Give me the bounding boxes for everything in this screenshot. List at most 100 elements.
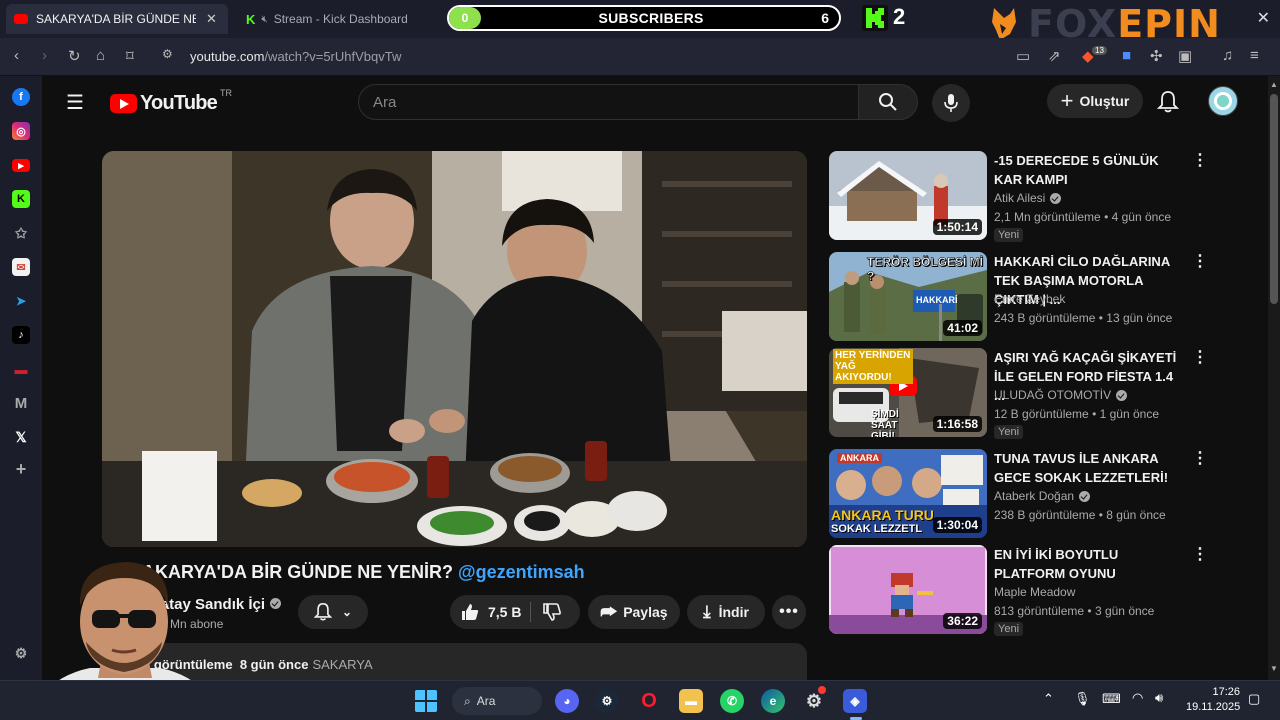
scroll-down-icon[interactable]: ▼ — [1270, 664, 1278, 673]
tray-wifi-icon[interactable]: ◠ — [1132, 690, 1143, 706]
taskbar-clock[interactable]: 17:26 19.11.2025 — [1186, 685, 1240, 715]
notification-center-icon[interactable]: ▢ — [1248, 691, 1260, 707]
recommended-channel[interactable]: Atik Ailesi — [994, 191, 1062, 205]
extensions-puzzle-icon[interactable]: ✣ — [1150, 47, 1163, 65]
game-icon[interactable]: ▬ — [12, 360, 30, 378]
video-thumbnail[interactable]: TERÖR BÖLGESİ Mİ ? HAKKARİ 41:02 — [829, 252, 987, 341]
notifications-bell-icon[interactable] — [1157, 90, 1179, 114]
more-vertical-icon[interactable]: ⋮ — [1192, 547, 1208, 563]
search-button[interactable] — [858, 84, 918, 120]
tray-volume-icon[interactable]: 🔊︎ — [1155, 690, 1163, 706]
tiktok-icon[interactable]: ♪ — [12, 326, 30, 344]
video-thumbnail[interactable]: 36:22 — [829, 545, 987, 634]
taskbar-search[interactable]: ⌕ Ara — [452, 687, 542, 715]
voice-search-button[interactable] — [932, 84, 970, 122]
medium-icon[interactable]: M — [12, 394, 30, 412]
back-icon[interactable]: ‹ — [14, 47, 19, 64]
forward-icon[interactable]: › — [42, 47, 47, 64]
edge-icon[interactable]: e — [761, 689, 785, 713]
url-field[interactable]: youtube.com/watch?v=5rUhfVbqvTw — [190, 49, 401, 64]
create-button[interactable]: + Oluştur — [1047, 84, 1143, 118]
recommended-title[interactable]: EN İYİ İKİ BOYUTLU PLATFORM OYUNU — [994, 545, 1186, 583]
sidebar-settings-icon[interactable]: ⚙ — [12, 644, 30, 662]
recommended-stats: 12 B görüntüleme • 1 gün önce — [994, 407, 1159, 421]
dislike-button[interactable] — [542, 602, 562, 625]
more-vertical-icon[interactable]: ⋮ — [1192, 350, 1208, 366]
bookmark-icon[interactable]: ⌑ — [126, 47, 134, 65]
menu-icon[interactable]: ≡ — [1250, 47, 1259, 64]
video-thumbnail[interactable]: HER YERİNDEN YAĞ AKIYORDU! ŞİMDİ SAAT Gİ… — [829, 348, 987, 437]
video-thumbnail[interactable]: ANKARA ANKARA TURU SOKAK LEZZETL 1:30:04 — [829, 449, 987, 538]
notification-dot-icon — [818, 686, 826, 694]
favorites-icon[interactable]: ✩ — [12, 224, 30, 242]
clock-time: 17:26 — [1212, 686, 1240, 698]
kick-icon[interactable]: K — [12, 190, 30, 208]
page-scrollbar[interactable]: ▲ ▼ — [1268, 76, 1280, 680]
hamburger-menu-icon[interactable]: ☰ — [66, 90, 84, 115]
like-button[interactable]: 7,5 B — [460, 602, 521, 622]
kick-viewer-count: 2 — [893, 4, 906, 29]
home-icon[interactable]: ⌂ — [96, 47, 105, 64]
account-avatar[interactable] — [1208, 86, 1238, 116]
video-thumbnail[interactable]: 1:50:14 — [829, 151, 987, 240]
recommended-title[interactable]: -15 DERECEDE 5 GÜNLÜK KAR KAMPI — [994, 151, 1186, 189]
recommended-channel[interactable]: ULUDAĞ OTOMOTİV — [994, 388, 1128, 402]
site-settings-icon[interactable]: ⚙ — [162, 47, 173, 61]
recommended-title[interactable]: TUNA TAVUS İLE ANKARA GECE SOKAK LEZZETL… — [994, 449, 1186, 487]
youtube-icon[interactable]: ▸ — [12, 159, 30, 172]
mail-icon[interactable]: ✉ — [12, 258, 30, 276]
windows-start-icon[interactable] — [414, 689, 438, 713]
scrollbar-thumb[interactable] — [1270, 94, 1278, 304]
recommended-channel[interactable]: Ataberk Doğan — [994, 489, 1091, 503]
whatsapp-icon[interactable]: ✆ — [720, 689, 744, 713]
cast-icon[interactable]: ▭ — [1016, 47, 1030, 65]
tab-kick-dashboard[interactable]: K 🔇︎ Stream - Kick Dashboard — [238, 4, 438, 34]
clock-date: 19.11.2025 — [1186, 701, 1241, 713]
recommended-video[interactable]: HER YERİNDEN YAĞ AKIYORDU! ŞİMDİ SAAT Gİ… — [829, 348, 1209, 440]
youtube-wordmark: YouTube — [140, 92, 218, 114]
more-vertical-icon[interactable]: ⋮ — [1192, 451, 1208, 467]
more-actions-button[interactable]: ••• — [772, 595, 806, 629]
video-player[interactable] — [102, 151, 807, 547]
opera-icon[interactable]: O — [637, 689, 661, 713]
youtube-logo[interactable]: YouTube TR — [110, 88, 232, 115]
x-twitter-icon[interactable]: 𝕏 — [12, 428, 30, 446]
reload-icon[interactable]: ↻ — [68, 47, 81, 65]
file-explorer-icon[interactable]: ▬ — [679, 689, 703, 713]
recommended-channel[interactable]: Maple Meadow — [994, 585, 1075, 599]
video-duration: 36:22 — [943, 613, 982, 629]
recommended-channel[interactable]: Emre Zeybek — [994, 292, 1065, 306]
instagram-icon[interactable]: ◎ — [12, 122, 30, 140]
facebook-icon[interactable]: f — [12, 88, 30, 106]
more-vertical-icon[interactable]: ⋮ — [1192, 153, 1208, 169]
tray-keyboard-icon[interactable]: ⌨ — [1102, 691, 1121, 707]
scroll-up-icon[interactable]: ▲ — [1270, 80, 1278, 89]
location-tag[interactable]: SAKARYA — [312, 657, 372, 672]
tab-youtube-video[interactable]: SAKARYA'DA BİR GÜNDE NE YEN ✕ — [6, 4, 228, 34]
playlist-icon[interactable]: ♫ — [1222, 47, 1233, 64]
more-vertical-icon[interactable]: ⋮ — [1192, 254, 1208, 270]
recommended-video[interactable]: ANKARA ANKARA TURU SOKAK LEZZETL 1:30:04… — [829, 449, 1209, 541]
video-duration: 1:16:58 — [932, 416, 982, 432]
tray-microphone-icon[interactable]: 🎙︎ — [1074, 691, 1091, 707]
wallet-icon[interactable]: ▣ — [1178, 47, 1192, 65]
active-app-icon[interactable]: ◈ — [843, 689, 867, 713]
steam-icon[interactable]: ⚙ — [595, 689, 619, 713]
download-button[interactable]: ⤓ İndir — [687, 595, 765, 629]
share-button[interactable]: ⮫ Paylaş — [588, 595, 680, 629]
chevron-down-icon: ⌄ — [341, 605, 353, 619]
telegram-icon[interactable]: ➤ — [12, 292, 30, 310]
recommended-video[interactable]: 36:22 EN İYİ İKİ BOYUTLU PLATFORM OYUNU … — [829, 545, 1209, 637]
tray-chevron-up-icon[interactable]: ⌃ — [1043, 691, 1054, 707]
recommended-video[interactable]: 1:50:14 -15 DERECEDE 5 GÜNLÜK KAR KAMPI … — [829, 151, 1209, 243]
extension-icon[interactable]: ■ — [1122, 47, 1131, 64]
recommended-video[interactable]: TERÖR BÖLGESİ Mİ ? HAKKARİ 41:02 HAKKARİ… — [829, 252, 1209, 344]
add-panel-icon[interactable]: + — [12, 459, 30, 479]
discord-icon[interactable]: ◕ — [555, 689, 579, 713]
subscription-bell-button[interactable]: ⌄ — [298, 595, 368, 629]
share-page-icon[interactable]: ⇗ — [1048, 47, 1061, 65]
close-tab-icon[interactable]: ✕ — [206, 11, 217, 27]
search-input[interactable] — [373, 93, 859, 111]
video-mention-link[interactable]: @gezentimsah — [458, 562, 585, 582]
window-close-icon[interactable]: ✕ — [1257, 8, 1270, 28]
